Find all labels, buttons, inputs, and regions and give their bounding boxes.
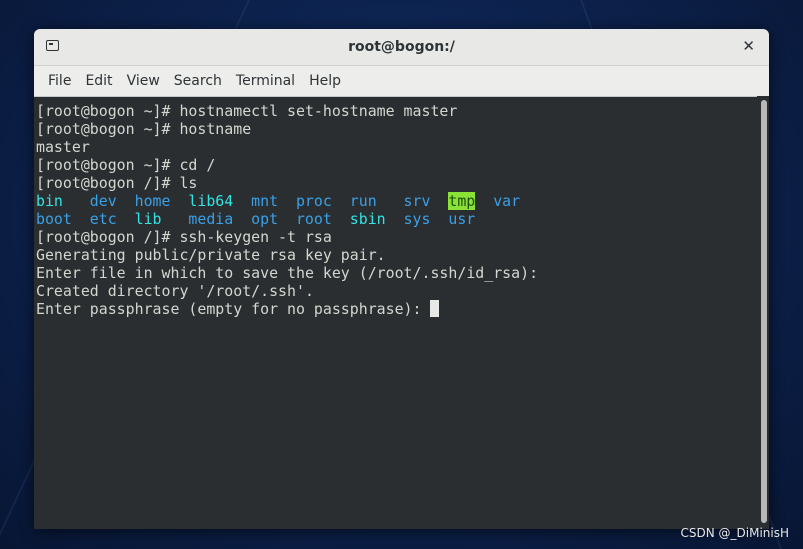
ls-entry: lib64 — [188, 192, 234, 210]
ls-entry: root — [295, 210, 332, 228]
terminal-prompt-line[interactable]: Enter passphrase (empty for no passphras… — [36, 300, 769, 318]
ls-entry: run — [349, 192, 377, 210]
text-cursor — [430, 300, 440, 317]
terminal-line: Generating public/private rsa key pair. — [36, 246, 386, 264]
ls-entry: etc — [89, 210, 117, 228]
ls-entry: home — [134, 192, 171, 210]
terminal-line: Created directory '/root/.ssh'. — [36, 282, 314, 300]
terminal-icon — [46, 40, 59, 51]
ls-entry: sbin — [349, 210, 386, 228]
ls-entry: dev — [89, 192, 117, 210]
watermark: CSDN @_DiMinisH — [680, 526, 789, 540]
ls-entry: usr — [448, 210, 476, 228]
terminal-window: root@bogon:/ ✕ File Edit View Search Ter… — [34, 29, 769, 529]
menu-search[interactable]: Search — [168, 73, 228, 89]
menu-terminal[interactable]: Terminal — [230, 73, 301, 89]
menu-help[interactable]: Help — [303, 73, 347, 89]
ls-entry: srv — [403, 192, 431, 210]
scroll-thumb[interactable] — [761, 100, 767, 523]
terminal-line: [root@bogon /]# ls — [36, 174, 198, 192]
ls-entry: lib — [134, 210, 162, 228]
ls-entry: bin — [36, 192, 63, 210]
scrollbar[interactable] — [757, 96, 769, 529]
ls-entry: media — [188, 210, 234, 228]
ls-entry: sys — [403, 210, 431, 228]
menu-file[interactable]: File — [42, 73, 77, 89]
prompt-text: Enter passphrase (empty for no passphras… — [36, 300, 431, 318]
terminal-output[interactable]: [root@bogon ~]# hostnamectl set-hostname… — [34, 96, 769, 529]
ls-entry-highlighted: tmp — [448, 192, 476, 210]
ls-output-row: bin dev home lib64 mnt proc run srv tmp … — [36, 192, 769, 210]
menu-edit[interactable]: Edit — [79, 73, 118, 89]
terminal-line: [root@bogon ~]# hostnamectl set-hostname… — [36, 102, 458, 120]
terminal-line: [root@bogon ~]# hostname — [36, 120, 252, 138]
ls-entry: proc — [295, 192, 332, 210]
ls-entry: var — [493, 192, 521, 210]
menu-view[interactable]: View — [121, 73, 166, 89]
ls-entry: opt — [251, 210, 279, 228]
terminal-line: Enter file in which to save the key (/ro… — [36, 264, 539, 282]
terminal-line: [root@bogon /]# ssh-keygen -t rsa — [36, 228, 332, 246]
window-title: root@bogon:/ — [348, 39, 455, 55]
terminal-line: [root@bogon ~]# cd / — [36, 156, 216, 174]
ls-entry: mnt — [251, 192, 279, 210]
terminal-line: master — [36, 138, 90, 156]
title-bar[interactable]: root@bogon:/ ✕ — [34, 29, 769, 66]
ls-output-row: boot etc lib media opt root sbin sys usr — [36, 210, 769, 228]
ls-entry: boot — [36, 210, 72, 228]
close-button[interactable]: ✕ — [742, 37, 755, 55]
menu-bar: File Edit View Search Terminal Help — [34, 66, 769, 97]
